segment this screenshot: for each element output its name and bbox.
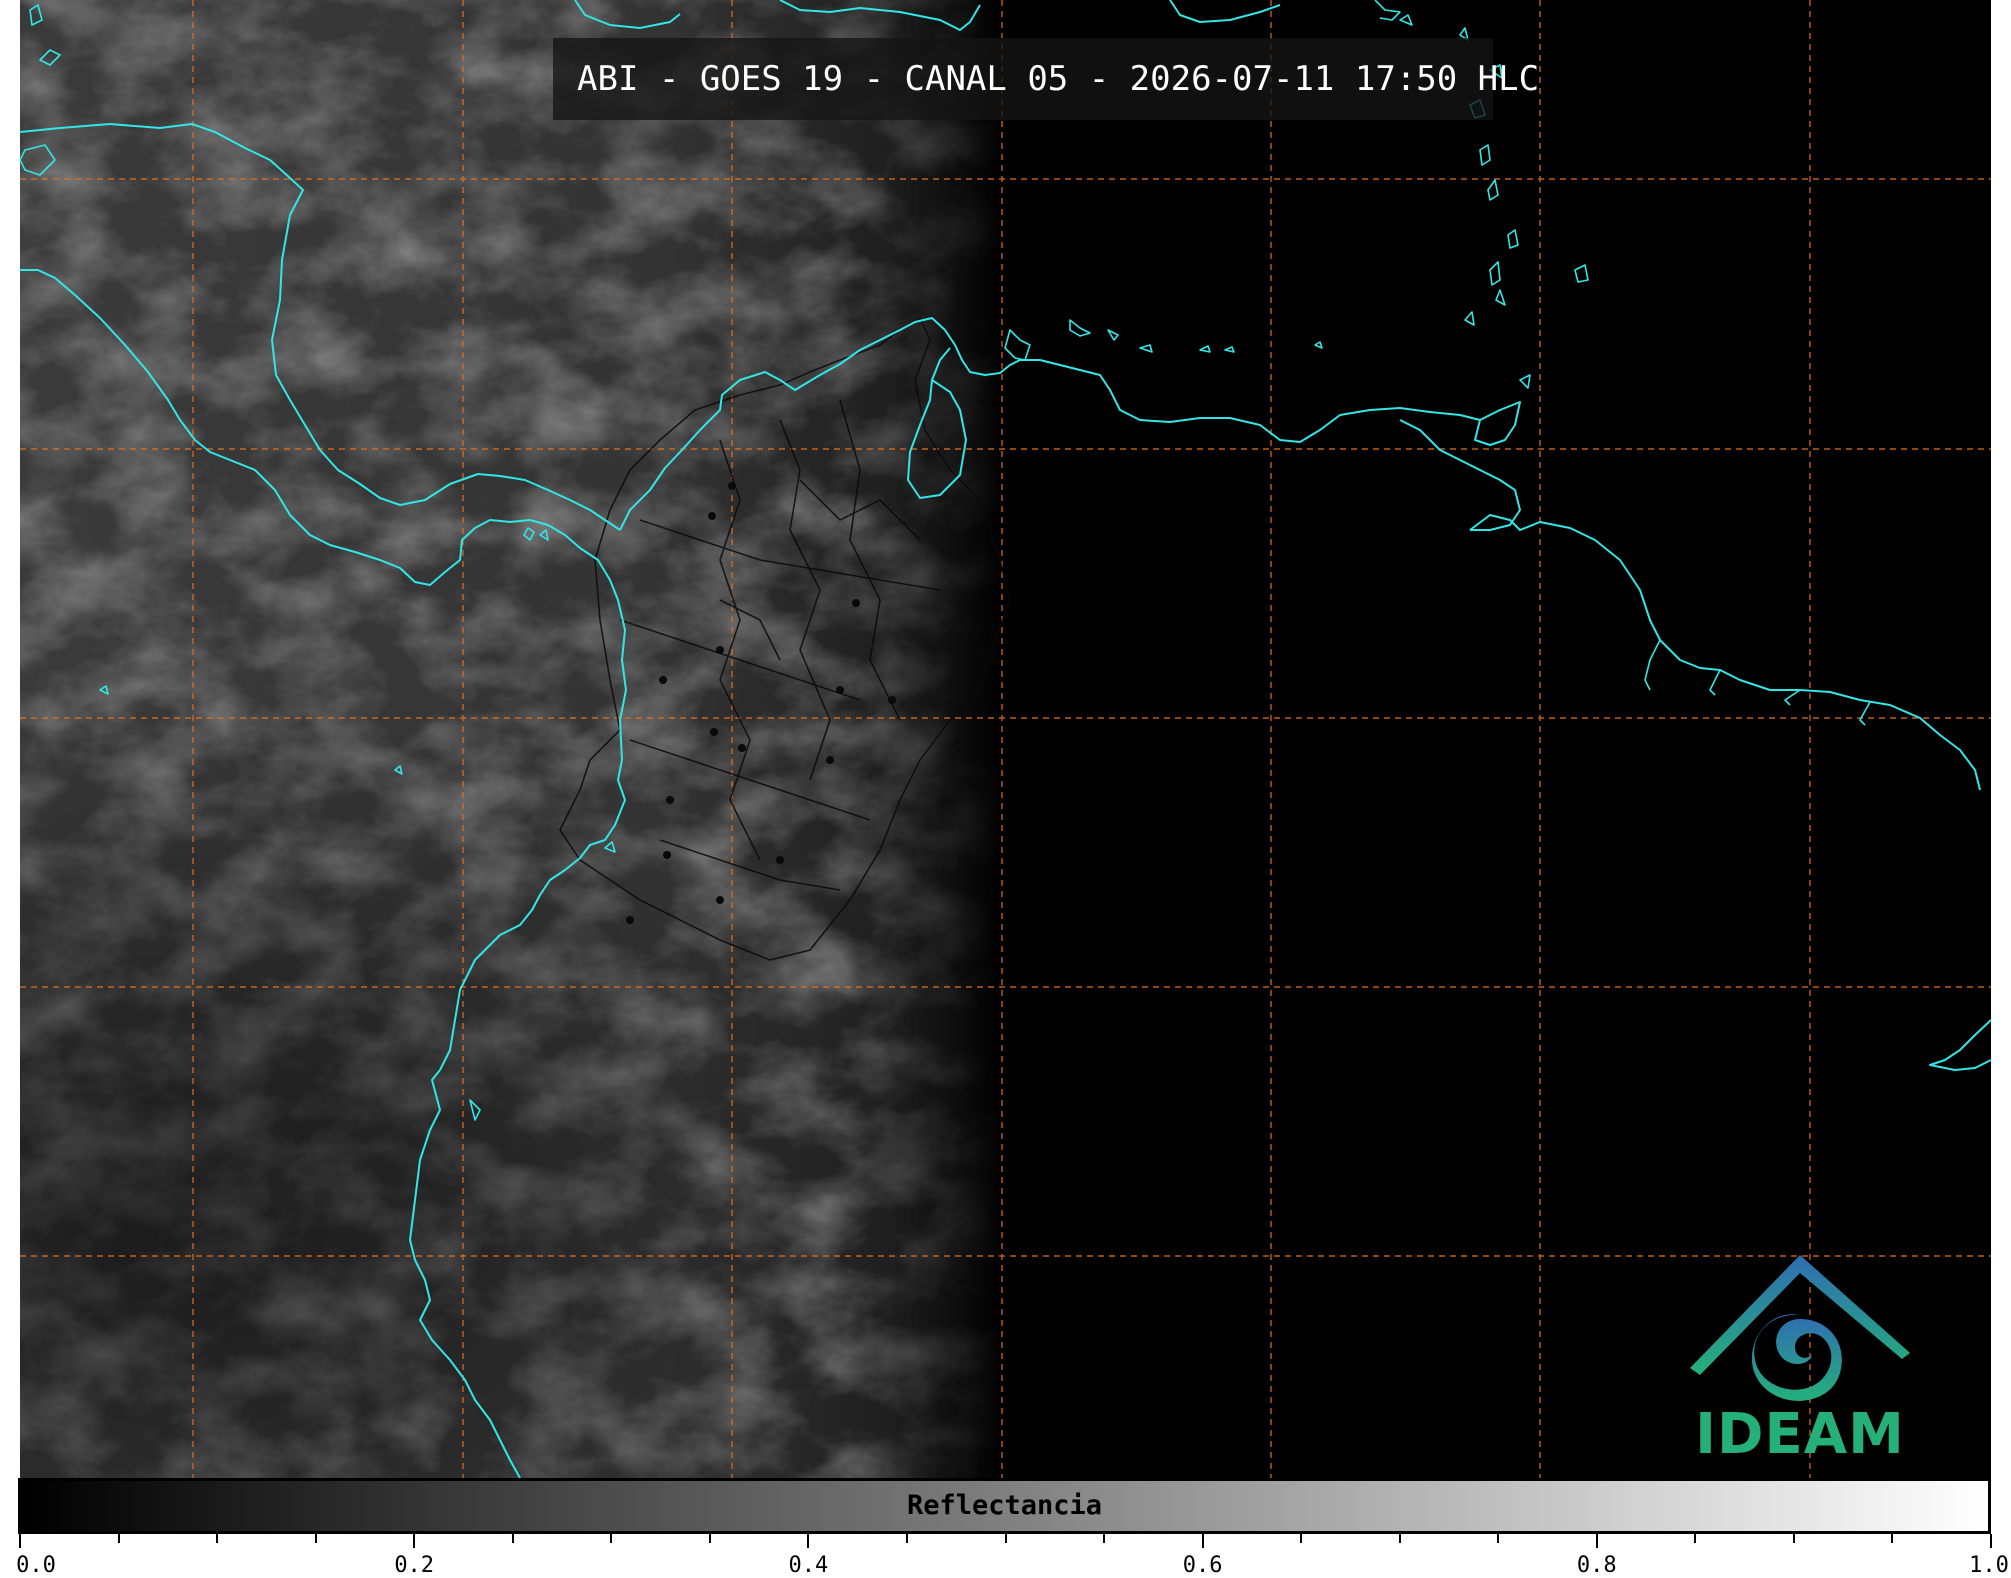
colorbar-major-tick xyxy=(1595,1534,1598,1548)
colorbar-tick-label: 0.2 xyxy=(394,1553,435,1578)
colorbar-minor-tick xyxy=(708,1534,711,1543)
colorbar-major-tick xyxy=(19,1534,21,1548)
colorbar-minor-tick xyxy=(216,1534,219,1543)
colorbar-tick-label: 1.0 xyxy=(1969,1553,2009,1578)
colorbar-tick-label: 0.4 xyxy=(788,1553,829,1578)
colorbar-major-tick xyxy=(413,1534,416,1548)
colorbar-minor-tick xyxy=(1103,1534,1106,1543)
colorbar-minor-tick xyxy=(610,1534,613,1543)
colorbar-minor-tick xyxy=(314,1534,317,1543)
colorbar-label: Reflectancia xyxy=(906,1490,1103,1521)
colorbar-minor-tick xyxy=(1398,1534,1401,1543)
colorbar-minor-tick xyxy=(905,1534,908,1543)
colorbar-minor-tick xyxy=(1792,1534,1795,1543)
colorbar-minor-tick xyxy=(1891,1534,1894,1543)
colorbar-tick-label: 0.0 xyxy=(16,1553,56,1578)
colorbar-minor-tick xyxy=(1300,1534,1303,1543)
colorbar-minor-tick xyxy=(117,1534,120,1543)
satellite-image: ABI - GOES 19 - CANAL 05 - 2026-07-11 17… xyxy=(20,0,1991,1478)
colorbar-tick-label: 0.8 xyxy=(1576,1553,1617,1578)
ideam-swirl-icon xyxy=(1690,1255,1910,1401)
colorbar: Reflectancia xyxy=(18,1478,1991,1534)
colorbar-major-tick xyxy=(1201,1534,1204,1548)
colorbar-minor-tick xyxy=(1004,1534,1007,1543)
colorbar-minor-tick xyxy=(1497,1534,1500,1543)
colorbar-major-tick xyxy=(807,1534,810,1548)
colorbar-ticks: 0.0 0.2 0.4 0.6 0.8 1.0 xyxy=(0,1534,2011,1578)
colorbar-tick-label: 0.6 xyxy=(1182,1553,1223,1578)
colorbar-minor-tick xyxy=(1694,1534,1697,1543)
colorbar-minor-tick xyxy=(511,1534,514,1543)
ideam-logo-text: IDEAM xyxy=(1695,1402,1905,1467)
title-box: ABI - GOES 19 - CANAL 05 - 2026-07-11 17… xyxy=(553,38,1539,120)
colorbar-major-tick xyxy=(1990,1534,1992,1548)
ideam-logo: IDEAM xyxy=(1680,1255,1920,1475)
image-title: ABI - GOES 19 - CANAL 05 - 2026-07-11 17… xyxy=(577,59,1540,99)
